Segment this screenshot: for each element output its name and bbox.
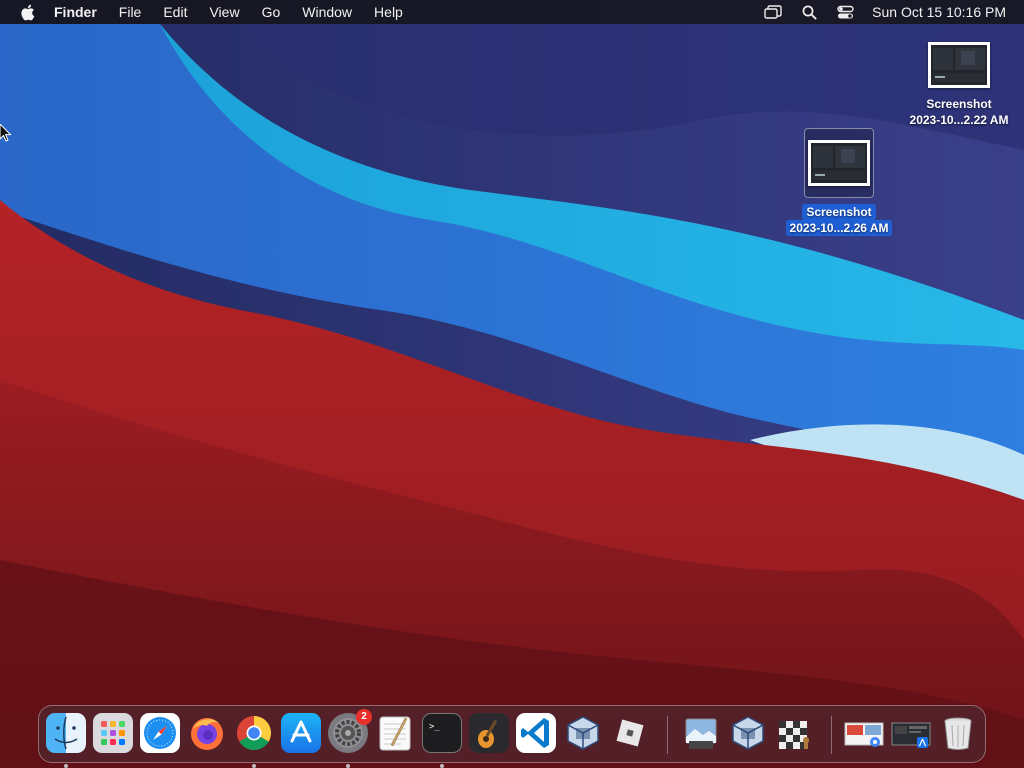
chrome-icon (234, 713, 274, 753)
document-thumbnail-icon (844, 713, 884, 753)
running-indicator (64, 764, 68, 768)
file-name-label: Screenshot 2023-10...2.22 AM (909, 97, 1009, 127)
virtualbox-cube-icon (728, 713, 768, 753)
dock-item-roblox[interactable] (610, 713, 650, 753)
dock-item-vscode[interactable] (516, 713, 556, 753)
notification-badge: 2 (356, 709, 372, 725)
file-name-label: Screenshot 2023-10...2.26 AM (769, 204, 909, 236)
menu-edit[interactable]: Edit (163, 4, 187, 20)
dock-item-safari[interactable] (140, 713, 180, 753)
dock-item-system-settings[interactable]: 2 (328, 709, 372, 768)
menu-view[interactable]: View (209, 4, 239, 20)
garageband-guitar-icon (469, 713, 509, 753)
dock-item-textedit[interactable] (375, 713, 415, 753)
dock-item-chrome[interactable] (234, 713, 274, 768)
dock-item-finder[interactable] (46, 713, 86, 768)
apple-menu-icon[interactable] (18, 3, 36, 21)
control-center-icon[interactable] (836, 3, 854, 21)
menu-go[interactable]: Go (262, 4, 281, 20)
menu-window[interactable]: Window (302, 4, 352, 20)
screen-mirroring-icon[interactable] (764, 3, 782, 21)
dock-item-garageband[interactable] (469, 713, 509, 753)
dock-item-virtualbox[interactable] (563, 713, 603, 753)
spotlight-search-icon[interactable] (800, 3, 818, 21)
desktop-wallpaper (0, 0, 1024, 768)
dock-separator (667, 716, 668, 754)
file-thumbnail (804, 128, 874, 198)
vscode-icon (516, 713, 556, 753)
desktop-file-screenshot-2[interactable]: Screenshot 2023-10...2.26 AM (769, 128, 909, 236)
dock-item-firefox[interactable] (187, 713, 227, 753)
finder-icon (46, 713, 86, 753)
textedit-icon (375, 713, 415, 753)
running-indicator (346, 764, 350, 768)
menu-app-finder[interactable]: Finder (54, 4, 97, 20)
dock-item-virtualbox-2[interactable] (728, 713, 768, 753)
safari-icon (140, 713, 180, 753)
desktop-file-screenshot-1[interactable]: Screenshot 2023-10...2.22 AM (889, 40, 1024, 128)
mouse-cursor-icon (0, 124, 12, 142)
dock-item-recent-document-2[interactable] (891, 713, 931, 753)
file-thumbnail (889, 40, 1024, 90)
menu-bar-clock[interactable]: Sun Oct 15 10:16 PM (872, 4, 1006, 20)
virtualbox-cube-icon (563, 713, 603, 753)
menu-bar: Finder File Edit View Go Window Help Sun… (0, 0, 1024, 24)
trash-icon (938, 713, 978, 753)
menu-bar-extras: Sun Oct 15 10:16 PM (764, 0, 1006, 24)
roblox-icon (610, 713, 650, 753)
dock-item-chess[interactable] (775, 713, 815, 753)
dock-separator (831, 716, 832, 754)
svg-text:>_: >_ (429, 722, 440, 732)
dock-item-trash[interactable] (938, 713, 978, 753)
running-indicator (252, 764, 256, 768)
dock-item-app-store[interactable] (281, 713, 321, 753)
menu-file[interactable]: File (119, 4, 142, 20)
document-thumbnail-icon (891, 713, 931, 753)
running-indicator (440, 764, 444, 768)
dock-item-launchpad[interactable] (93, 713, 133, 753)
dock-item-preview[interactable] (681, 713, 721, 753)
chess-icon (775, 713, 815, 753)
dock-item-terminal[interactable]: >_ (422, 713, 462, 768)
dock: 2 >_ (38, 705, 986, 768)
preview-icon (681, 713, 721, 753)
dock-item-recent-document-1[interactable] (844, 713, 884, 753)
firefox-icon (187, 713, 227, 753)
launchpad-icon (93, 713, 133, 753)
app-store-icon (281, 713, 321, 753)
menu-help[interactable]: Help (374, 4, 403, 20)
terminal-icon: >_ (422, 713, 462, 753)
